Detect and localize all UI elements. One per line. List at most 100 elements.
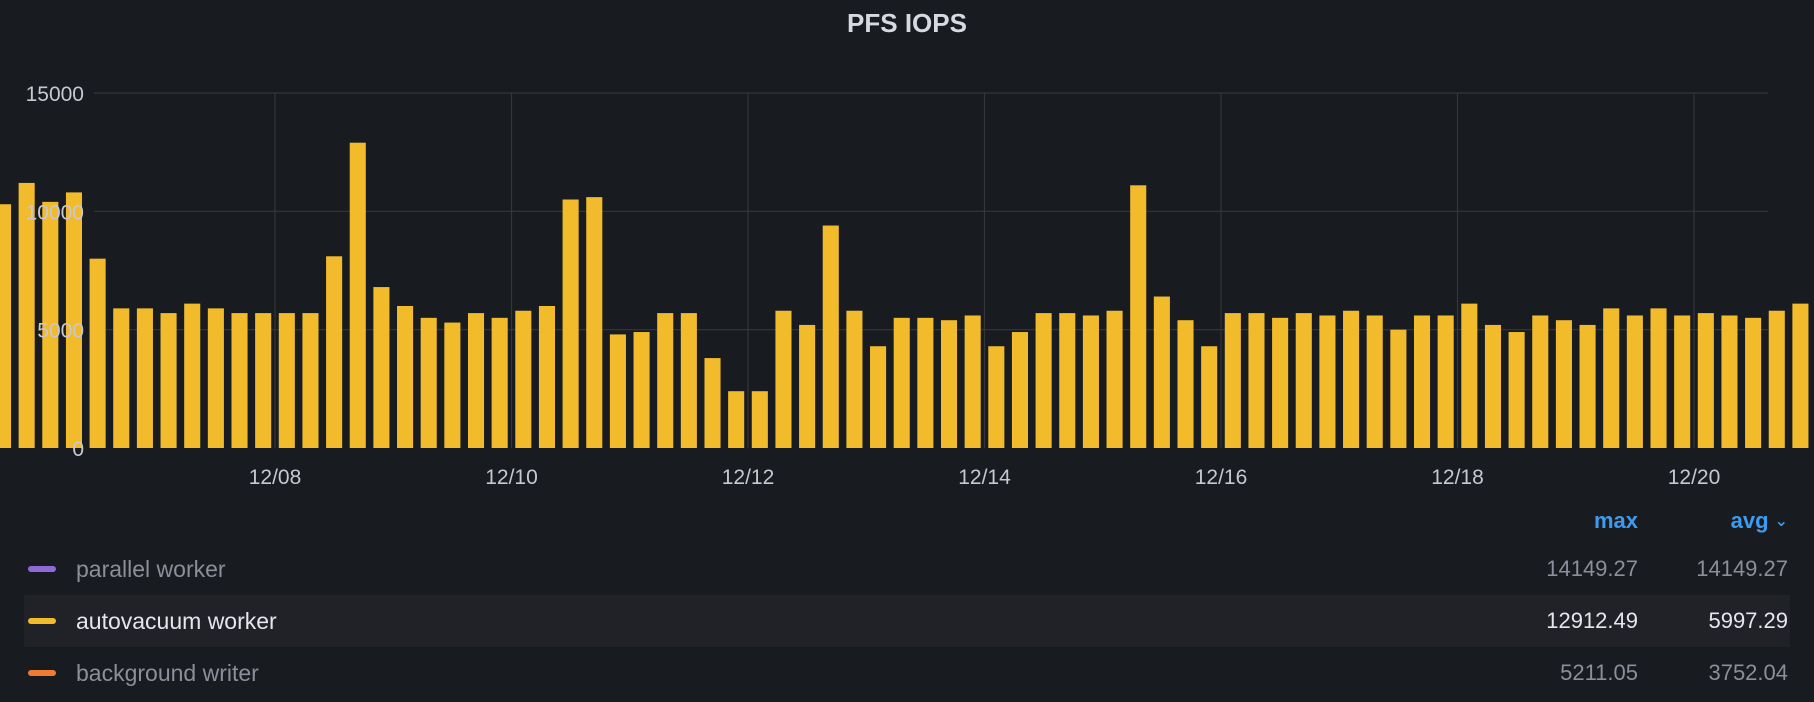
bar[interactable] <box>799 324 816 448</box>
bar[interactable] <box>1295 313 1312 448</box>
bar[interactable] <box>444 322 461 448</box>
chart-panel: PFS IOPS 0 5000 10000 15000 12/08 12/10 12/12 1… <box>0 0 1814 702</box>
bar[interactable] <box>515 310 532 448</box>
bar[interactable] <box>1390 329 1407 448</box>
bar[interactable] <box>1413 315 1431 448</box>
bar[interactable] <box>1555 320 1572 448</box>
bar[interactable] <box>1768 310 1785 448</box>
bar[interactable] <box>917 317 934 448</box>
legend-row-background-writer[interactable]: background writer 5211.05 3752.04 <box>24 647 1790 699</box>
bar[interactable] <box>89 258 106 448</box>
series-color-swatch <box>28 566 56 572</box>
bar[interactable] <box>1579 324 1596 448</box>
bar[interactable] <box>1201 346 1218 448</box>
x-tick-label: 12/12 <box>722 466 775 489</box>
bar[interactable] <box>1106 310 1123 448</box>
x-tick-label: 12/20 <box>1668 466 1721 489</box>
bar[interactable] <box>160 313 177 448</box>
bar[interactable] <box>420 317 437 448</box>
bar[interactable] <box>870 346 887 448</box>
bar[interactable] <box>0 204 12 448</box>
series-color-swatch <box>28 670 56 676</box>
bar[interactable] <box>1130 185 1147 449</box>
bar[interactable] <box>349 142 366 448</box>
bar[interactable] <box>255 313 272 448</box>
bar[interactable] <box>538 306 556 448</box>
bar[interactable] <box>1508 332 1525 448</box>
bar[interactable] <box>1650 308 1667 448</box>
bar[interactable] <box>633 332 650 448</box>
bar[interactable] <box>1248 313 1265 448</box>
bar[interactable] <box>1532 315 1549 448</box>
series-color-swatch <box>28 618 56 624</box>
bar[interactable] <box>704 358 721 448</box>
legend-max-header[interactable]: max <box>1518 508 1638 534</box>
legend-avg-value: 14149.27 <box>1696 556 1788 581</box>
bar[interactable] <box>657 313 674 448</box>
y-tick-label: 10000 <box>26 201 84 224</box>
bar[interactable] <box>1224 313 1241 448</box>
bar[interactable] <box>1153 296 1170 448</box>
bar[interactable] <box>940 320 958 448</box>
bar[interactable] <box>1177 320 1194 448</box>
bar[interactable] <box>1792 303 1809 448</box>
bar[interactable] <box>586 197 603 448</box>
bar-chart: 0 5000 10000 15000 12/08 12/10 12/12 12/14 12/16… <box>0 83 1809 489</box>
bar[interactable] <box>491 317 508 448</box>
bar[interactable] <box>1437 315 1454 448</box>
bar[interactable] <box>822 225 839 448</box>
legend-row-autovacuum-worker[interactable]: autovacuum worker 12912.49 5997.29 <box>24 595 1790 647</box>
bar[interactable] <box>1319 315 1336 448</box>
bar[interactable] <box>1059 313 1076 448</box>
bar[interactable] <box>1343 310 1360 448</box>
legend-series-name: parallel worker <box>76 555 226 582</box>
bar[interactable] <box>373 287 390 448</box>
x-tick-label: 12/18 <box>1431 466 1484 489</box>
bar[interactable] <box>1745 317 1762 448</box>
bar[interactable] <box>893 317 910 448</box>
bar[interactable] <box>964 315 981 448</box>
legend-header: max avg ⌄ <box>0 508 1814 538</box>
legend-avg-value: 5997.29 <box>1708 608 1788 633</box>
legend-avg-value: 3752.04 <box>1708 660 1788 685</box>
bar[interactable] <box>326 256 343 448</box>
bar[interactable] <box>680 313 697 448</box>
bar[interactable] <box>1674 315 1691 448</box>
bar[interactable] <box>846 310 863 448</box>
bar[interactable] <box>609 334 626 448</box>
bar[interactable] <box>728 391 745 448</box>
bar[interactable] <box>302 313 319 448</box>
bar[interactable] <box>1082 315 1099 448</box>
legend-max-value: 5211.05 <box>1560 660 1638 685</box>
bar[interactable] <box>278 313 295 448</box>
bar[interactable] <box>1035 313 1052 448</box>
y-tick-label: 5000 <box>37 320 84 343</box>
x-tick-label: 12/14 <box>958 466 1011 489</box>
bar[interactable] <box>562 199 579 449</box>
y-tick-label: 15000 <box>26 83 84 106</box>
bar-series <box>0 142 1809 449</box>
bar[interactable] <box>1603 308 1620 448</box>
bar[interactable] <box>1011 332 1029 448</box>
bar[interactable] <box>1697 313 1714 448</box>
bar[interactable] <box>467 313 485 448</box>
bar[interactable] <box>1461 303 1478 448</box>
x-tick-label: 12/08 <box>249 466 302 489</box>
legend-avg-header[interactable]: avg ⌄ <box>1668 508 1788 534</box>
bar[interactable] <box>1484 324 1502 448</box>
bar[interactable] <box>397 306 414 448</box>
bar[interactable] <box>1272 317 1289 448</box>
x-tick-label: 12/16 <box>1195 466 1248 489</box>
bar[interactable] <box>207 308 224 448</box>
bar[interactable] <box>231 313 248 448</box>
legend-row-parallel-worker[interactable]: parallel worker 14149.27 14149.27 <box>24 543 1790 595</box>
bar[interactable] <box>1721 315 1738 448</box>
bar[interactable] <box>1366 315 1383 448</box>
bar[interactable] <box>988 346 1005 448</box>
bar[interactable] <box>1626 315 1643 448</box>
bar[interactable] <box>184 303 201 448</box>
bar[interactable] <box>751 391 768 448</box>
bar[interactable] <box>113 308 130 448</box>
bar[interactable] <box>136 308 153 448</box>
bar[interactable] <box>775 310 792 448</box>
